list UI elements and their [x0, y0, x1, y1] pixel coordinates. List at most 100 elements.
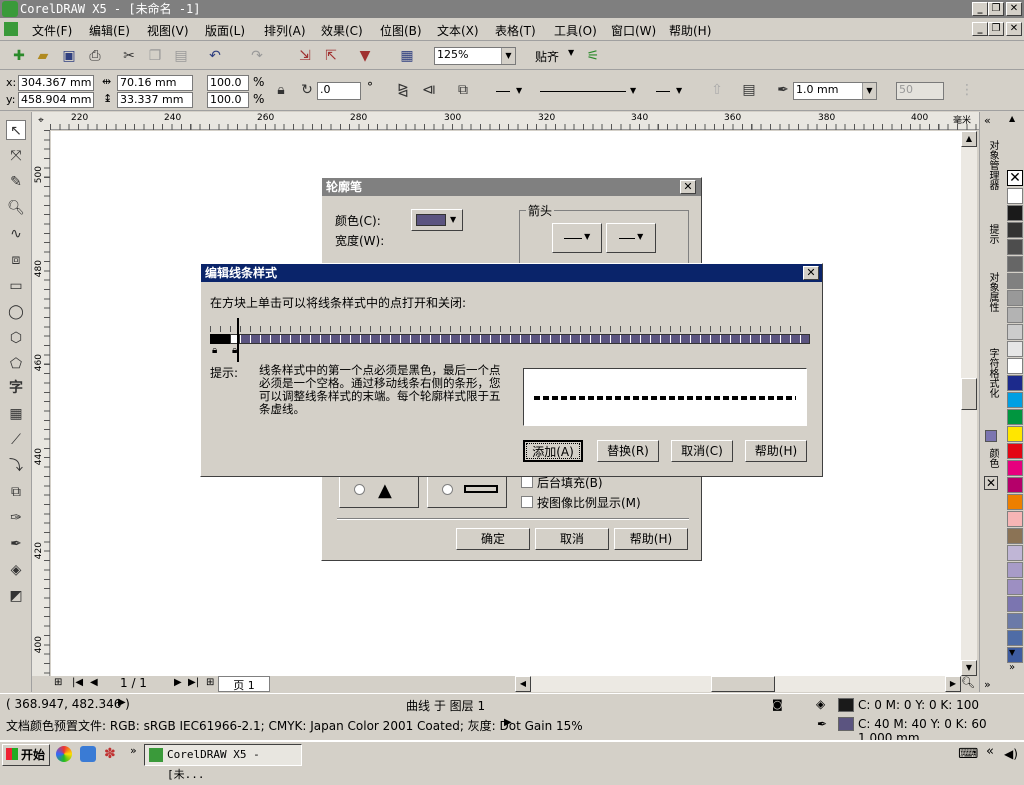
scale-x-field[interactable]: 100.0: [207, 75, 249, 91]
vertical-ruler[interactable]: 500 480 460 440 420 400: [32, 130, 50, 676]
palette-swatch[interactable]: [1007, 443, 1023, 459]
ruler-origin-icon[interactable]: ⌖: [32, 112, 50, 130]
ie-icon[interactable]: [80, 746, 96, 762]
scroll-down-button[interactable]: ▼: [961, 660, 977, 676]
menu-arrange[interactable]: 排列(A): [264, 22, 306, 39]
add-page-icon[interactable]: ⊞: [54, 677, 62, 688]
outline-width-combo[interactable]: 1.0 mm ▼: [793, 82, 877, 100]
last-page-icon[interactable]: ▶|: [188, 677, 199, 688]
palette-swatch[interactable]: [1007, 205, 1023, 221]
outline-cancel-button[interactable]: 取消: [535, 528, 609, 550]
scale-y-field[interactable]: 100.0: [207, 92, 249, 108]
taskbar-app-button[interactable]: CorelDRAW X5 - [未...: [144, 744, 302, 781]
edit-dialog-close-button[interactable]: ✕: [803, 266, 819, 280]
palette-swatch[interactable]: [1007, 273, 1023, 289]
text-tool-icon[interactable]: 字: [6, 378, 26, 398]
open-icon[interactable]: ▰: [34, 47, 52, 65]
palette-swatch[interactable]: [1007, 188, 1023, 204]
first-cell-black[interactable]: [210, 334, 230, 344]
rotate-icon[interactable]: ↻: [298, 81, 316, 99]
start-button[interactable]: 开始: [2, 744, 50, 766]
expand-dockers-icon[interactable]: »: [984, 678, 991, 691]
hscroll-thumb[interactable]: [711, 676, 775, 692]
end-arrowhead-picker[interactable]: ▼: [606, 223, 656, 253]
new-icon[interactable]: ✚: [10, 47, 28, 65]
blend-tool-icon[interactable]: ⧉: [6, 482, 26, 502]
behind-fill-checkbox[interactable]: [521, 476, 533, 488]
corner-miter-option[interactable]: ▲: [339, 474, 419, 508]
maximize-button[interactable]: ❐: [988, 2, 1004, 16]
freehand-tool-icon[interactable]: ∿: [6, 224, 26, 244]
menu-layout[interactable]: 版面(L): [205, 22, 245, 39]
minimize-button[interactable]: _: [972, 2, 988, 16]
scroll-up-button[interactable]: ▲: [961, 131, 977, 147]
zoom-level-combo[interactable]: 125% ▼: [434, 47, 516, 65]
docker-tab-object-properties[interactable]: 对象属性: [985, 272, 1000, 312]
add-page-after-icon[interactable]: ⊞: [206, 677, 214, 688]
outline-color-swatch[interactable]: [838, 717, 854, 731]
palette-swatch[interactable]: [1007, 324, 1023, 340]
close-curve-icon[interactable]: ⇧: [708, 81, 726, 99]
snapshot-icon[interactable]: ◙: [772, 698, 783, 711]
basic-shapes-tool-icon[interactable]: ⬠: [6, 354, 26, 374]
palette-swatch[interactable]: [1007, 613, 1023, 629]
menu-window[interactable]: 窗口(W): [611, 22, 656, 39]
add-button[interactable]: 添加(A): [523, 440, 583, 462]
menu-help[interactable]: 帮助(H): [669, 22, 711, 39]
docker-tab-object-manager[interactable]: 对象管理器: [985, 140, 1000, 190]
redo-icon[interactable]: ↷: [248, 47, 266, 65]
dotted-options-icon[interactable]: ⋮: [958, 81, 976, 99]
profile-menu-icon[interactable]: ▶: [504, 717, 512, 728]
palette-flyout-icon[interactable]: »: [1009, 662, 1015, 673]
line-style-editor[interactable]: 🔒︎ 🔒︎: [210, 318, 810, 362]
outline-pen-icon[interactable]: ✒: [774, 81, 792, 99]
color-docker-icon[interactable]: [985, 430, 997, 442]
zoom-tool-icon[interactable]: 🔍︎: [6, 198, 26, 218]
tray-expand-icon[interactable]: «: [986, 744, 994, 759]
print-icon[interactable]: ⎙: [86, 47, 104, 65]
cut-icon[interactable]: ✂: [120, 47, 138, 65]
outline-dialog-close-button[interactable]: ✕: [680, 180, 696, 194]
palette-swatch[interactable]: [1007, 358, 1023, 374]
menu-view[interactable]: 视图(V): [147, 22, 189, 39]
shape-tool-icon[interactable]: ⤧: [6, 146, 26, 166]
speaker-icon[interactable]: ◀): [1004, 747, 1018, 761]
start-arrowhead-picker[interactable]: ▼: [552, 223, 602, 253]
replace-button[interactable]: 替换(R): [597, 440, 659, 462]
palette-swatch[interactable]: [1007, 460, 1023, 476]
snap-to-menu[interactable]: 贴齐: [535, 48, 559, 65]
no-color-swatch[interactable]: ✕: [1007, 170, 1023, 186]
palette-swatch[interactable]: [1007, 222, 1023, 238]
scroll-thumb[interactable]: [961, 378, 977, 410]
outline-color-picker[interactable]: ▼: [411, 209, 463, 231]
fill-color-swatch[interactable]: [838, 698, 854, 712]
outline-ok-button[interactable]: 确定: [456, 528, 530, 550]
lock-ratio-icon[interactable]: 🔒︎: [272, 81, 290, 99]
line-style-cells[interactable]: [210, 334, 810, 344]
docker-tab-color[interactable]: 颜色: [985, 448, 1000, 468]
import-icon[interactable]: ⇲: [296, 47, 314, 65]
palette-swatch[interactable]: [1007, 256, 1023, 272]
palette-swatch[interactable]: [1007, 307, 1023, 323]
interactive-fill-tool-icon[interactable]: ◩: [6, 586, 26, 606]
paste-icon[interactable]: ▤: [172, 47, 190, 65]
palette-swatch[interactable]: [1007, 341, 1023, 357]
palette-scroll-down-icon[interactable]: ▼: [1009, 648, 1015, 657]
page-tab[interactable]: 页 1: [218, 676, 270, 692]
doc-minimize-button[interactable]: _: [972, 22, 988, 36]
fill-tool-icon[interactable]: ◈: [6, 560, 26, 580]
chevron-down-icon[interactable]: ▼: [862, 83, 876, 99]
polygon-tool-icon[interactable]: ⬡: [6, 328, 26, 348]
mirror-vertical-icon[interactable]: ⧏: [420, 81, 438, 99]
wrap-text-icon[interactable]: ▤: [740, 81, 758, 99]
palette-swatch[interactable]: [1007, 426, 1023, 442]
palette-scroll-up-icon[interactable]: ▲: [1009, 114, 1015, 123]
copy-icon[interactable]: ❐: [146, 47, 164, 65]
palette-swatch[interactable]: [1007, 392, 1023, 408]
zoom-navigator-icon[interactable]: 🔍︎: [961, 676, 975, 689]
close-docker-icon[interactable]: ✕: [984, 476, 998, 490]
menu-text[interactable]: 文本(X): [437, 22, 479, 39]
menu-tools[interactable]: 工具(O): [554, 22, 597, 39]
menu-edit[interactable]: 编辑(E): [89, 22, 130, 39]
object-width-field[interactable]: 70.16 mm: [117, 75, 193, 91]
